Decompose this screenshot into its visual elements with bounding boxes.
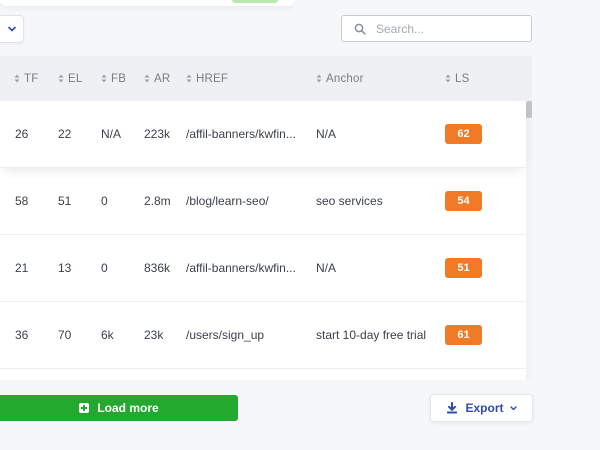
ls-score-badge: 51	[445, 258, 482, 278]
table-row[interactable]: 21 13 0 836k /affil-banners/kwfin... N/A…	[0, 235, 526, 302]
column-label: HREF	[196, 72, 229, 85]
column-header-fb[interactable]: FB	[101, 56, 126, 101]
backlinks-table: TF EL FB AR HREF Anchor LS 26 22 N/A 223…	[0, 56, 532, 380]
sort-icon	[14, 74, 20, 83]
chevron-down-icon	[8, 26, 16, 32]
search-input[interactable]	[376, 21, 526, 36]
ls-score-badge: 61	[445, 325, 482, 345]
table-row[interactable]: 26 22 N/A 223k /affil-banners/kwfin... N…	[0, 101, 526, 168]
cell-href-link[interactable]: /affil-banners/kwfin...	[186, 101, 296, 167]
cell-tf: 36	[15, 328, 29, 342]
cell-href-link[interactable]: /users/sign_up	[186, 302, 264, 368]
sort-icon	[58, 74, 64, 83]
scrollbar-thumb[interactable]	[526, 101, 532, 118]
filter-dropdown-button[interactable]	[0, 15, 24, 43]
table-row[interactable]: 36 70 6k 23k /users/sign_up start 10-day…	[0, 302, 526, 369]
chevron-down-icon	[509, 405, 517, 411]
sort-icon	[186, 74, 192, 83]
cell-href-link[interactable]: /affil-banners/kwfin...	[186, 235, 296, 301]
column-label: LS	[455, 72, 470, 85]
cell-ar: 23k	[144, 328, 164, 342]
cell-fb: 0	[101, 261, 108, 275]
cell-el: 22	[58, 127, 72, 141]
cell-fb: N/A	[101, 127, 122, 141]
cell-anchor: seo services	[316, 194, 383, 208]
cell-fb: 0	[101, 194, 108, 208]
cell-tf: 21	[15, 261, 29, 275]
cell-el: 70	[58, 328, 72, 342]
cell-ar: 836k	[144, 261, 171, 275]
top-panel-accent	[232, 0, 278, 3]
cell-anchor: N/A	[316, 261, 337, 275]
column-label: TF	[24, 72, 39, 85]
cell-ar: 2.8m	[144, 194, 171, 208]
cell-fb: 6k	[101, 328, 114, 342]
column-label: FB	[111, 72, 127, 85]
cell-tf: 26	[15, 127, 29, 141]
column-label: EL	[68, 72, 83, 85]
cell-el: 13	[58, 261, 72, 275]
cell-ar: 223k	[144, 127, 171, 141]
column-header-href[interactable]: HREF	[186, 56, 228, 101]
cell-anchor: N/A	[316, 127, 337, 141]
column-label: Anchor	[326, 72, 364, 85]
sort-icon	[101, 74, 107, 83]
vertical-scrollbar[interactable]	[526, 101, 532, 380]
table-header: TF EL FB AR HREF Anchor LS	[0, 56, 532, 101]
search-icon	[354, 23, 366, 35]
column-header-anchor[interactable]: Anchor	[316, 56, 364, 101]
plus-square-icon	[79, 403, 90, 413]
export-button[interactable]: Export	[430, 394, 533, 422]
load-more-button[interactable]: Load more	[0, 395, 238, 421]
table-row[interactable]: 58 51 0 2.8m /blog/learn-seo/ seo servic…	[0, 168, 526, 235]
cell-el: 51	[58, 194, 72, 208]
sort-icon	[445, 74, 451, 83]
sort-icon	[144, 74, 150, 83]
column-header-ls[interactable]: LS	[445, 56, 469, 101]
cell-href-link[interactable]: /blog/learn-seo/	[186, 168, 269, 234]
column-header-tf[interactable]: TF	[14, 56, 38, 101]
sort-icon	[316, 74, 322, 83]
search-box[interactable]	[341, 15, 532, 42]
cell-anchor: start 10-day free trial	[316, 328, 427, 342]
download-icon	[446, 402, 458, 414]
load-more-label: Load more	[97, 401, 159, 415]
export-label: Export	[465, 401, 504, 415]
column-header-el[interactable]: EL	[58, 56, 82, 101]
column-header-ar[interactable]: AR	[144, 56, 170, 101]
column-label: AR	[154, 72, 171, 85]
cell-tf: 58	[15, 194, 29, 208]
ls-score-badge: 54	[445, 191, 482, 211]
ls-score-badge: 62	[445, 124, 482, 144]
